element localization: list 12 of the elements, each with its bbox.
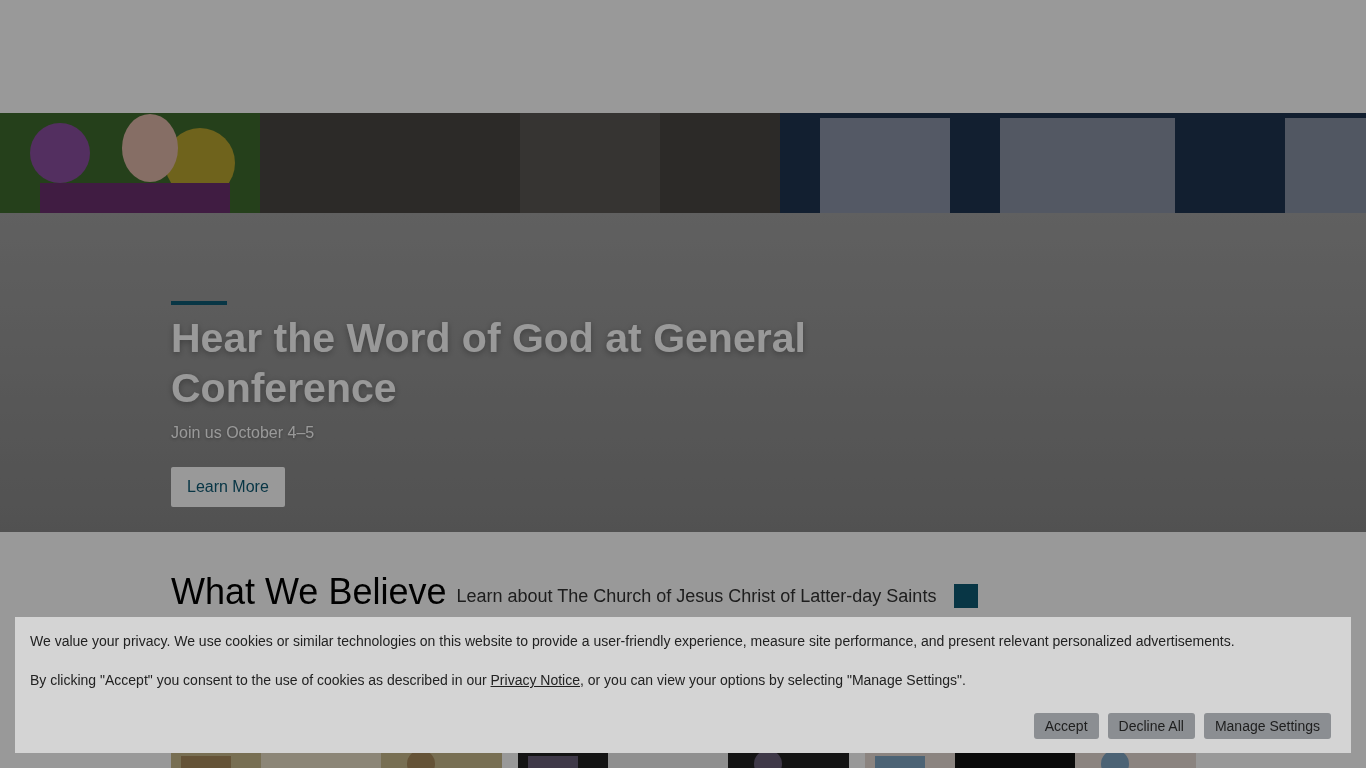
hero-subtitle: Join us October 4–5 <box>171 423 315 443</box>
cookie-button[interactable]: Manage Settings <box>1203 713 1331 739</box>
privacy-notice-link[interactable]: Privacy Notice <box>490 672 580 688</box>
square-marker <box>954 584 979 608</box>
privacy-message: We value your privacy. We use cookies or similar technologies on this website to provide a user-friendly experience, measure site performance, and present relevant personalized advertisements. <box>30 632 1236 650</box>
cookie-button[interactable]: Accept <box>1033 713 1099 739</box>
learn-more-button[interactable]: Learn More <box>171 467 285 507</box>
section-title: What We Believe <box>171 570 447 614</box>
section-subtitle: Learn about The Church of Jesus Christ of Latter-day Saints <box>456 585 937 608</box>
consent-message: By clicking "Accept" you consent to the use of cookies as described in our Privacy Notice, or you can view your options by selecting "Manage Settings". <box>30 671 967 689</box>
hero-title: Hear the Word of God at General Conference <box>171 314 807 413</box>
cookie-button[interactable]: Decline All <box>1107 713 1195 739</box>
